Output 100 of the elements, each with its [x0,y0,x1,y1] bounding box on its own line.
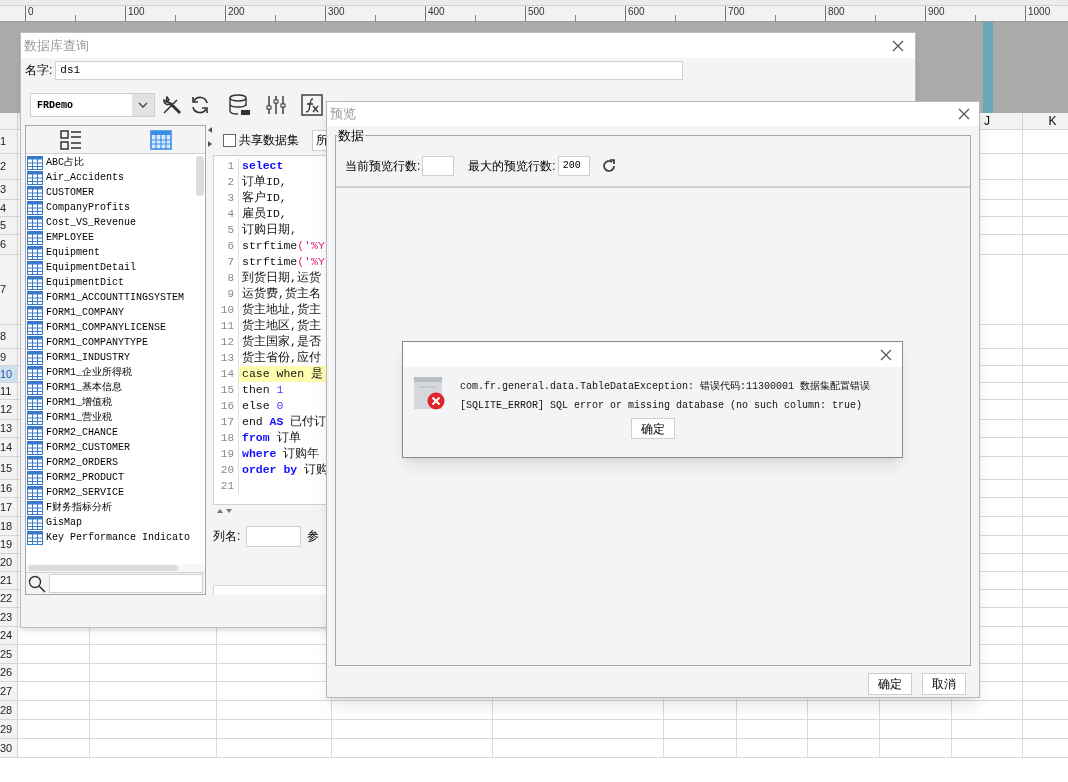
close-icon[interactable] [958,108,970,120]
row-number[interactable]: 9 [0,349,18,366]
table-name[interactable]: FORM1_增值税 [46,395,112,410]
dialog-button[interactable]: 确定 [868,673,912,695]
grid-cell[interactable] [18,720,90,739]
table-name[interactable]: Cost_VS_Revenue [46,215,136,230]
grid-cell[interactable] [18,682,90,701]
row-number[interactable]: 11 [0,383,18,400]
table-name[interactable]: FORM1_ACCOUNTTINGSYSTEM [46,290,185,305]
grid-cell[interactable] [217,701,332,720]
table-name[interactable]: FORM2_PRODUCT [46,470,124,485]
checkbox[interactable] [223,133,236,147]
grid-cell[interactable] [880,720,952,739]
row-number[interactable]: 7 [0,255,18,325]
table-name[interactable]: F财务指标分析 [46,500,112,515]
grid-cell[interactable] [217,720,332,739]
table-name[interactable]: ABC占比 [46,155,84,170]
row-number[interactable]: 4 [0,200,18,217]
sliders-icon[interactable] [265,94,287,116]
grid-cell[interactable] [18,645,90,664]
connection-dropdown[interactable]: FRDemo [30,93,155,117]
corner-cell[interactable] [0,113,18,130]
table-name[interactable]: FORM1_营业税 [46,410,112,425]
grid-cell[interactable] [18,739,90,758]
grid-cell[interactable] [332,739,493,758]
table-view-icon[interactable] [150,129,172,150]
column-header[interactable]: K [1023,113,1068,130]
dialog-button[interactable]: 取消 [922,673,966,695]
grid-cell[interactable] [808,720,880,739]
grid-cell[interactable] [952,701,1023,720]
scrollbar[interactable] [196,156,204,196]
database-icon[interactable] [227,93,251,117]
triangle-right-icon[interactable] [207,141,212,147]
table-name[interactable]: Equipment [46,245,100,260]
row-number[interactable]: 13 [0,420,18,438]
row-number[interactable]: 14 [0,438,18,457]
row-number[interactable]: 3 [0,180,18,200]
row-number[interactable]: 18 [0,517,18,536]
table-name[interactable]: FORM1_INDUSTRY [46,350,130,365]
row-number[interactable]: 2 [0,154,18,180]
row-number[interactable]: 20 [0,554,18,572]
row-number[interactable]: 29 [0,720,18,739]
row-number[interactable]: 19 [0,536,18,554]
grid-cell[interactable] [737,739,808,758]
grid-cell[interactable] [217,739,332,758]
grid-cell[interactable] [90,682,217,701]
column-name-field[interactable] [246,525,302,547]
row-number[interactable]: 1 [0,130,18,154]
close-icon[interactable] [880,348,892,361]
table-name[interactable]: FORM1_COMPANYLICENSE [46,320,167,335]
scrollbar[interactable] [28,565,178,571]
grid-cell[interactable] [90,664,217,682]
row-number[interactable]: 28 [0,701,18,720]
row-number[interactable]: 5 [0,217,18,235]
grid-cell[interactable] [493,739,664,758]
grid-cell[interactable] [808,701,880,720]
row-number[interactable]: 27 [0,682,18,701]
table-name[interactable]: Air_Accidents [46,170,124,185]
grid-cell[interactable] [952,739,1023,758]
table-name[interactable]: GisMap [46,515,82,530]
table-name[interactable]: FORM1_基本信息 [46,380,122,395]
row-number[interactable]: 8 [0,325,18,349]
search-field[interactable] [49,574,203,593]
grid-cell[interactable] [332,720,493,739]
table-name[interactable]: EquipmentDetail [46,260,136,275]
max-rows-field[interactable]: 200 [557,155,590,176]
row-number[interactable]: 10 [0,366,18,383]
formula-icon[interactable] [301,94,323,116]
grid-cell[interactable] [493,720,664,739]
triangle-down-icon[interactable] [226,509,232,513]
grid-cell[interactable] [90,720,217,739]
grid-cell[interactable] [18,664,90,682]
table-name[interactable]: FORM1_COMPANY [46,305,124,320]
table-name[interactable]: CUSTOMER [46,185,94,200]
ok-button[interactable]: 确定 [630,418,675,439]
row-number[interactable]: 22 [0,590,18,608]
close-icon[interactable] [892,39,904,52]
table-name[interactable]: FORM2_CUSTOMER [46,440,130,455]
grid-cell[interactable] [952,720,1023,739]
table-name[interactable]: Key Performance Indicato [46,530,191,545]
grid-cell[interactable] [808,739,880,758]
row-number[interactable]: 25 [0,645,18,664]
row-number[interactable]: 24 [0,627,18,645]
grid-cell[interactable] [332,701,493,720]
grid-cell[interactable] [880,701,952,720]
grid-cell[interactable] [737,720,808,739]
grid-cell[interactable] [664,739,737,758]
grid-cell[interactable] [90,739,217,758]
row-number[interactable]: 26 [0,664,18,682]
table-name[interactable]: EMPLOYEE [46,230,94,245]
row-number[interactable]: 17 [0,498,18,517]
refresh-icon[interactable] [601,158,616,173]
table-name[interactable]: FORM1_企业所得税 [46,365,132,380]
list-view-icon[interactable] [60,128,82,151]
row-number[interactable]: 12 [0,400,18,420]
table-name[interactable]: FORM1_COMPANYTYPE [46,335,149,350]
current-rows-field[interactable] [422,155,455,176]
grid-cell[interactable] [18,701,90,720]
grid-cell[interactable] [90,645,217,664]
row-number[interactable]: 23 [0,608,18,627]
